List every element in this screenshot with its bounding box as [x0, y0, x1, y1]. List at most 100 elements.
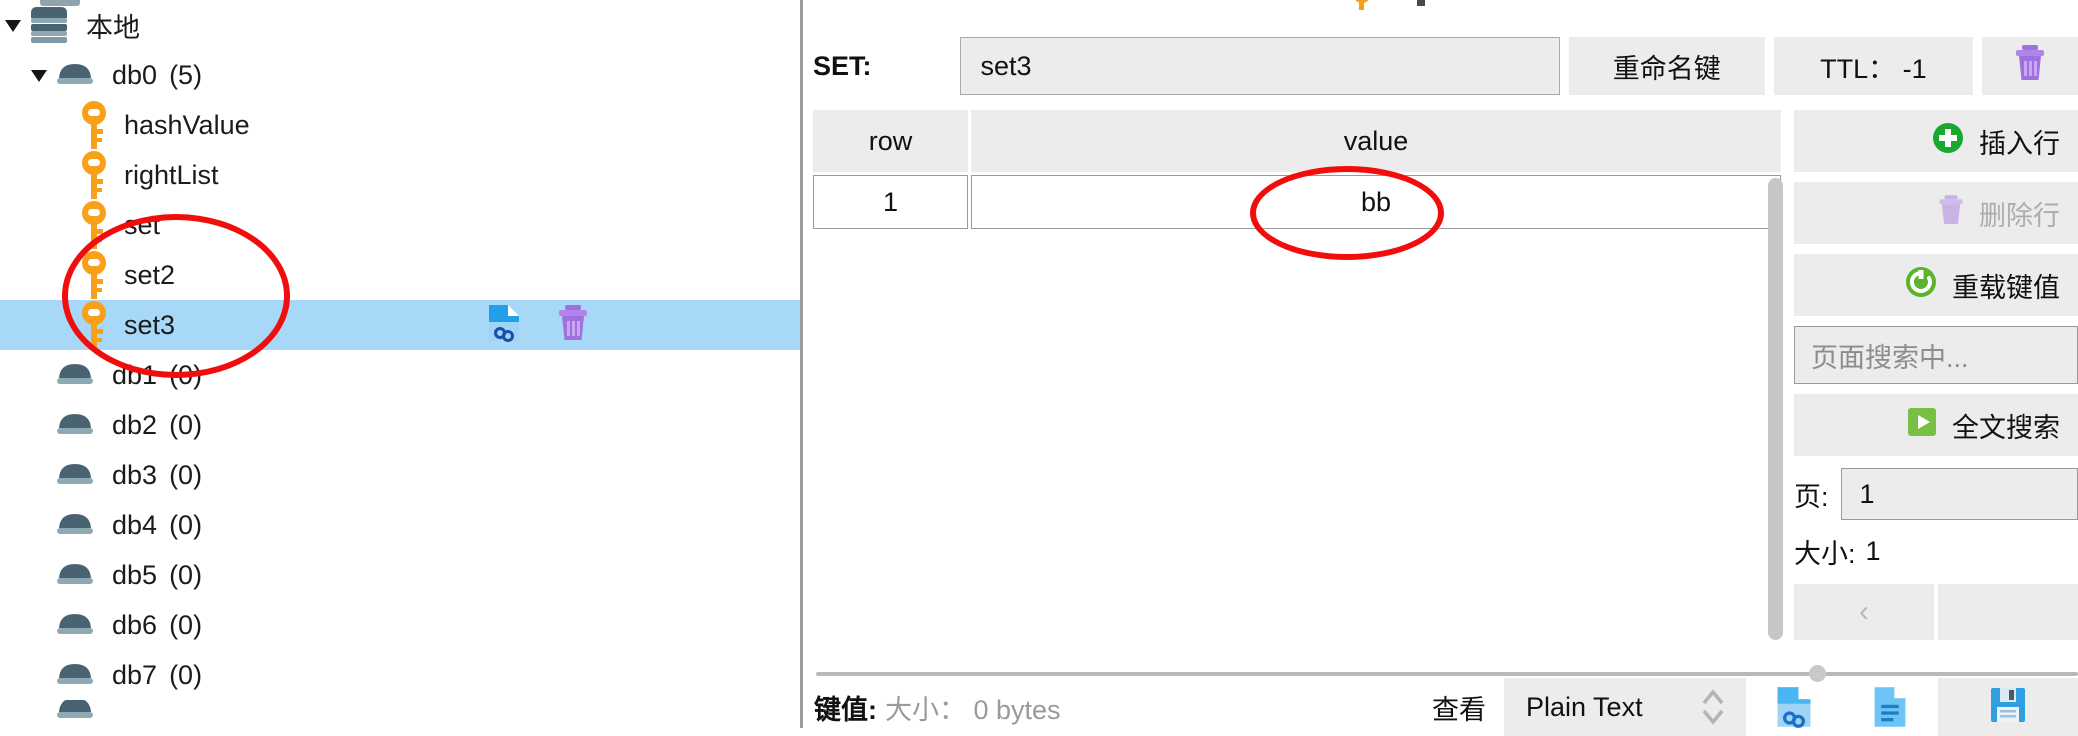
key-detail-panel: SET: set3 重命名键 TTL： -1 row value 1 bb 插入… [806, 0, 2078, 736]
delete-row-label: 删除行 [1979, 200, 2060, 231]
sidebar-item-label: set2 [124, 259, 176, 290]
key-icon[interactable] [1351, 0, 1373, 15]
sidebar-item-label: 本地 [86, 12, 140, 43]
save-button[interactable] [1938, 678, 2078, 736]
close-icon[interactable] [1735, 0, 1789, 15]
sidebar-item-set[interactable]: set [0, 200, 800, 250]
insert-row-button[interactable]: 插入行 [1794, 110, 2078, 172]
key-type-label: SET: [813, 50, 872, 81]
database-icon [52, 660, 98, 690]
sidebar-item-label: db6 [112, 609, 158, 640]
full-text-search-button[interactable]: 全文搜索 [1794, 394, 2078, 456]
size-value: 1 [1865, 535, 1881, 566]
page-search-input[interactable]: 页面搜索中... [1794, 326, 2078, 384]
sidebar-item-label: rightList [124, 159, 219, 190]
delete-key-button[interactable] [1981, 37, 2078, 95]
sidebar-item-rightList[interactable]: rightList [0, 150, 800, 200]
play-icon [1906, 406, 1938, 445]
insert-row-label: 插入行 [1979, 128, 2060, 159]
key-name-input[interactable]: set3 [959, 37, 1560, 95]
horizontal-splitter[interactable] [816, 672, 2078, 676]
next-page-button[interactable] [1938, 584, 2078, 640]
sidebar-item-db0[interactable]: db0 (5) [0, 50, 800, 100]
key-tree-sidebar[interactable]: 本地 db0 (5) hashValue rightList set set2 … [0, 0, 800, 728]
sidebar-item-db1[interactable]: db1 (0) [0, 350, 800, 400]
document-icon[interactable] [1413, 0, 1429, 15]
trash-icon [1937, 193, 1965, 234]
sidebar-item-db3[interactable]: db3 (0) [0, 450, 800, 500]
panel-divider[interactable] [800, 0, 803, 728]
page-input[interactable]: 1 [1840, 468, 2078, 520]
prev-page-button[interactable]: ‹ [1794, 584, 1934, 640]
database-icon [52, 410, 98, 440]
document-icon[interactable] [1842, 678, 1938, 736]
key-icon [78, 199, 110, 251]
sidebar-item-set2[interactable]: set2 [0, 250, 800, 300]
sidebar-item-count: (0) [169, 659, 203, 690]
database-icon [52, 700, 98, 718]
copy-link-icon[interactable] [1746, 678, 1842, 736]
delete-key-icon[interactable] [556, 303, 590, 348]
sidebar-item-count: (0) [169, 359, 203, 390]
chevron-down-icon[interactable] [0, 12, 26, 38]
table-body: 1 bb [813, 175, 1781, 229]
cell-value[interactable]: bb [971, 175, 1781, 229]
toolbar-cut-icons [1351, 0, 1789, 15]
key-header-bar: SET: set3 重命名键 TTL： -1 [813, 36, 2078, 96]
reload-value-button[interactable]: 重载键值 [1794, 254, 2078, 316]
sidebar-item-db4[interactable]: db4 (0) [0, 500, 800, 550]
sidebar-item-db5[interactable]: db5 (0) [0, 550, 800, 600]
cell-row-index: 1 [813, 175, 968, 229]
key-value-label: 键值: [814, 694, 877, 725]
refresh-icon [1904, 265, 1938, 306]
sidebar-item-set3[interactable]: set3 [0, 300, 800, 350]
sidebar-item-db7[interactable]: db7 (0) [0, 650, 800, 700]
size-label: 大小: [1794, 538, 1856, 569]
sidebar-item-partial-bottom[interactable] [0, 700, 800, 718]
column-header-value[interactable]: value [971, 110, 1781, 172]
pagination: ‹ [1794, 584, 2078, 640]
delete-row-button[interactable]: 删除行 [1794, 182, 2078, 244]
table-vertical-scrollbar[interactable] [1768, 178, 1783, 640]
size-row: 大小: 1 [1794, 524, 2078, 578]
sidebar-item-count: (5) [169, 59, 203, 90]
page-label: 页: [1794, 481, 1829, 512]
sidebar-item-count: (0) [169, 609, 203, 640]
key-icon [78, 99, 110, 151]
sidebar-item-hashValue[interactable]: hashValue [0, 100, 800, 150]
chevron-down-icon[interactable] [26, 62, 52, 88]
ttl-button[interactable]: TTL： -1 [1774, 37, 1973, 95]
table-row[interactable]: 1 bb [813, 175, 1781, 229]
row-action-group [486, 300, 590, 350]
database-icon [52, 610, 98, 640]
status-bar: 键值: 大小： 0 bytes 查看 Plain Text [814, 678, 2078, 736]
database-icon[interactable] [1469, 0, 1505, 15]
chevron-updown-icon [1700, 687, 1726, 727]
view-format-select[interactable]: Plain Text [1504, 678, 1746, 736]
sidebar-item-label: db4 [112, 509, 158, 540]
copy-key-icon[interactable] [486, 303, 522, 348]
sidebar-item-db2[interactable]: db2 (0) [0, 400, 800, 450]
sidebar-item-label: hashValue [124, 109, 250, 140]
sidebar-item-db6[interactable]: db6 (0) [0, 600, 800, 650]
column-header-row[interactable]: row [813, 110, 968, 172]
rename-key-button[interactable]: 重命名键 [1568, 37, 1766, 95]
database-icon [52, 560, 98, 590]
sidebar-item-label: set [124, 209, 161, 240]
page-row: 页: 1 [1794, 466, 2078, 522]
value-table: row value 1 bb [813, 110, 1783, 660]
sidebar-item-label: db7 [112, 659, 158, 690]
sidebar-item-server[interactable]: 本地 [0, 0, 800, 50]
key-icon [78, 149, 110, 201]
sidebar-item-count: (0) [169, 409, 203, 440]
server-stack-icon [26, 3, 72, 47]
